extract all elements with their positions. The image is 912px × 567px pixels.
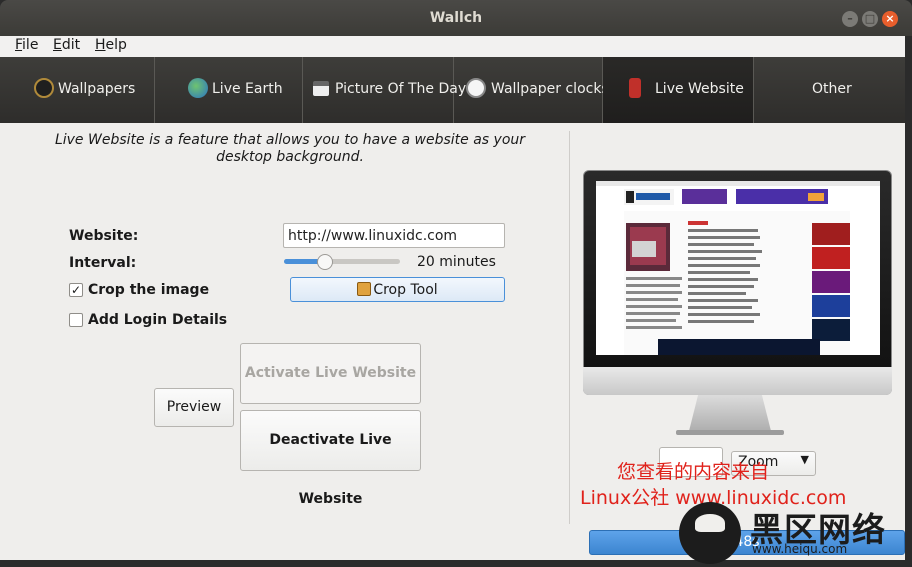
monitor-chin	[583, 367, 892, 395]
login-details-label: Add Login Details	[88, 312, 228, 328]
clock-icon	[466, 78, 486, 98]
title-bar: Wallch – □ ×	[0, 0, 912, 36]
tab-bar: Wallpapers Live Earth Picture Of The Day…	[0, 57, 905, 123]
tab-label: Live Earth	[212, 81, 283, 97]
crop-tool-button[interactable]: Crop Tool	[290, 277, 505, 302]
website-url-input[interactable]	[283, 223, 505, 248]
crop-image-label: Crop the image	[88, 282, 210, 298]
earth-icon	[188, 78, 208, 98]
maximize-icon[interactable]: □	[862, 11, 878, 27]
deactivate-live-website-button[interactable]: Deactivate Live Website	[240, 410, 421, 507]
window-title: Wallch	[429, 10, 483, 26]
watermark-line-1: 您查看的内容来自	[617, 461, 770, 483]
tab-live-website[interactable]: Live Website	[603, 57, 754, 123]
feature-description: Live Website is a feature that allows yo…	[54, 132, 526, 165]
crop-image-checkbox[interactable]: ✓	[69, 283, 83, 297]
tab-wallpapers[interactable]: Wallpapers	[0, 57, 155, 123]
website-label: Website:	[69, 228, 139, 244]
menu-file[interactable]: File	[15, 37, 38, 53]
menu-edit[interactable]: Edit	[53, 37, 80, 53]
website-screenshot-image	[596, 181, 880, 355]
tab-label: Picture Of The Day	[335, 81, 467, 97]
preview-button[interactable]: Preview	[154, 388, 234, 427]
wallpapers-icon	[34, 78, 54, 98]
close-icon[interactable]: ×	[882, 11, 898, 27]
crop-icon	[357, 281, 372, 296]
tab-label: Wallpaper clocks	[491, 81, 609, 97]
tab-other[interactable]: Other	[754, 57, 905, 123]
login-details-checkbox[interactable]	[69, 313, 83, 327]
interval-slider[interactable]	[284, 259, 400, 264]
menu-help[interactable]: Help	[95, 37, 127, 53]
broadcast-icon	[629, 78, 641, 98]
crop-tool-label: Crop Tool	[373, 281, 438, 298]
monitor-preview	[583, 170, 892, 395]
interval-label: Interval:	[69, 255, 137, 271]
heiqu-logo-icon	[679, 502, 741, 564]
panel-divider	[569, 131, 570, 524]
calendar-icon	[313, 81, 329, 96]
website-thumbnail	[596, 181, 880, 355]
activate-live-website-button[interactable]: Activate Live Website	[240, 343, 421, 404]
watermark-logo-url: www.heiqu.com	[752, 542, 848, 556]
tab-picture-of-the-day[interactable]: Picture Of The Day	[303, 57, 466, 123]
tab-label: Wallpapers	[58, 81, 136, 97]
interval-value: 20 minutes	[417, 254, 496, 270]
tab-live-earth[interactable]: Live Earth	[155, 57, 303, 123]
minimize-icon[interactable]: –	[842, 11, 858, 27]
interval-slider-handle[interactable]	[316, 254, 333, 270]
monitor-stand	[688, 395, 772, 435]
tab-wallpaper-clocks[interactable]: Wallpaper clocks	[454, 57, 609, 123]
menu-bar: File Edit Help	[0, 36, 905, 57]
tab-label: Other	[812, 81, 852, 97]
monitor-base	[676, 430, 784, 435]
chevron-down-icon: ▼	[800, 453, 809, 466]
tab-label: Live Website	[655, 81, 744, 97]
